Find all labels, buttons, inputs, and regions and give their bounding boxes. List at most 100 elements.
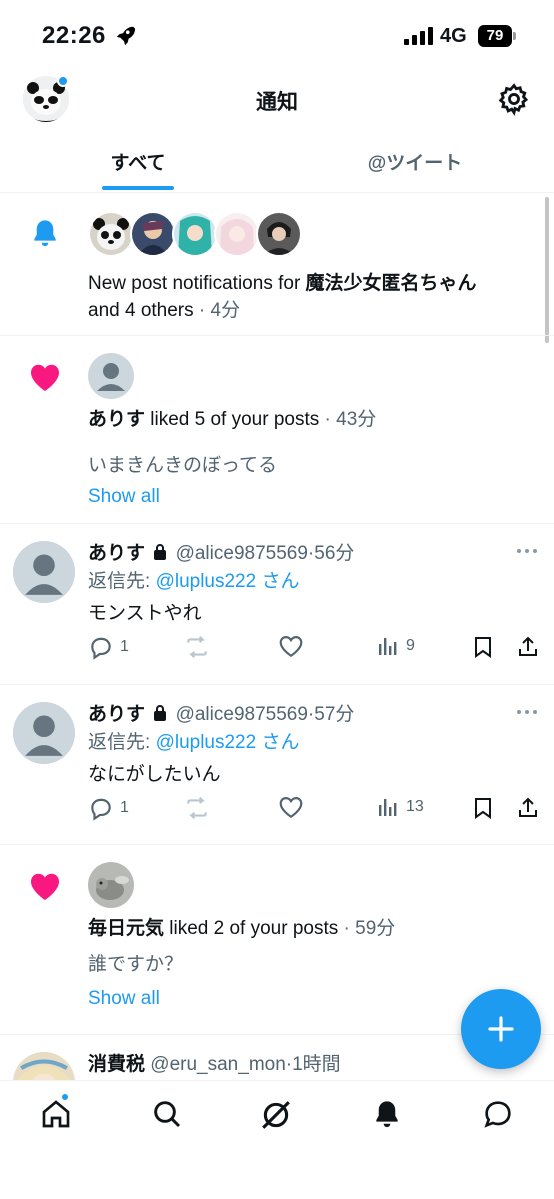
retweet-button: [184, 795, 210, 821]
avatar[interactable]: [256, 211, 302, 257]
reply-count: 1: [120, 799, 129, 816]
avatar[interactable]: [88, 862, 134, 908]
bell-icon[interactable]: [371, 1098, 403, 1130]
post-author-handle[interactable]: @alice9875569: [176, 704, 308, 725]
grok-icon[interactable]: [259, 1098, 293, 1132]
reply-target-link[interactable]: @luplus222 さん: [156, 732, 300, 753]
page-title: 通知: [256, 91, 298, 114]
post-time: ·57分: [307, 704, 355, 725]
heart-icon: [31, 873, 59, 900]
gear-icon[interactable]: [497, 82, 531, 116]
tab-all[interactable]: すべて: [0, 148, 276, 175]
share-button[interactable]: [516, 634, 540, 660]
notification-feed: New post notifications for 魔法少女匿名ちゃん and…: [0, 193, 554, 1080]
tab-mentions[interactable]: @ツイート: [276, 148, 554, 175]
lock-icon: [154, 705, 167, 721]
post-actions: 1 9: [88, 634, 544, 662]
rocket-icon: [116, 26, 136, 46]
list-item[interactable]: ありす @alice9875569·56分 返信先: @luplus222 さん…: [0, 524, 554, 685]
notification-text: 毎日元気 liked 2 of your posts · 59分: [88, 915, 530, 942]
view-count: 9: [406, 637, 415, 654]
retweet-icon: [187, 796, 207, 820]
notification-text: ありす liked 5 of your posts · 43分: [88, 406, 530, 433]
notification-text-body: liked 2 of your posts: [164, 918, 339, 939]
post-author-name[interactable]: 消費税: [88, 1054, 145, 1075]
avatar[interactable]: [214, 211, 260, 257]
reply-to: 返信先: @luplus222 さん: [88, 727, 299, 754]
signal-icon: [404, 27, 433, 45]
post-author-handle[interactable]: @eru_san_mon: [150, 1054, 285, 1075]
avatar[interactable]: [88, 353, 134, 399]
view-count: 13: [406, 798, 424, 815]
retweet-icon: [187, 635, 207, 659]
reply-icon: [91, 798, 111, 821]
notification-user-name[interactable]: 毎日元気: [88, 918, 164, 939]
bookmark-button[interactable]: [471, 795, 495, 821]
bell-icon: [34, 220, 56, 247]
unread-dot: [60, 1092, 70, 1102]
avatar-stack: [88, 211, 302, 257]
bookmark-icon: [475, 637, 491, 658]
lock-icon: [154, 544, 167, 560]
notification-text: New post notifications for 魔法少女匿名ちゃん and…: [88, 270, 530, 324]
notification-text-body: liked 5 of your posts: [145, 409, 320, 430]
post-author-name[interactable]: ありす: [88, 704, 145, 725]
show-all-link[interactable]: Show all: [88, 988, 160, 1010]
avatar[interactable]: [13, 702, 75, 764]
list-item[interactable]: ありす @alice9875569·57分 返信先: @luplus222 さん…: [0, 685, 554, 845]
messages-icon[interactable]: [482, 1098, 514, 1130]
views-button[interactable]: 9: [376, 634, 415, 658]
status-time: 22:26: [42, 22, 106, 49]
post-preview: いまきんきのぼってる: [88, 455, 278, 476]
retweet-button: [184, 634, 210, 660]
post-header: ありす @alice9875569·56分: [88, 538, 514, 565]
reply-target-link[interactable]: @luplus222 さん: [156, 571, 300, 592]
network-type: 4G: [440, 25, 467, 47]
compose-button[interactable]: [461, 989, 541, 1069]
avatar[interactable]: [172, 211, 218, 257]
avatar[interactable]: [13, 541, 75, 603]
bookmark-button[interactable]: [471, 634, 495, 660]
avatar[interactable]: [88, 211, 134, 257]
post-time: ·56分: [307, 543, 355, 564]
reply-prefix: 返信先:: [88, 732, 156, 753]
list-item[interactable]: ありす liked 5 of your posts · 43分 いまきんきのぼっ…: [0, 336, 554, 524]
avatar[interactable]: [130, 211, 176, 257]
post-author-name[interactable]: ありす: [88, 543, 145, 564]
list-item[interactable]: New post notifications for 魔法少女匿名ちゃん and…: [0, 193, 554, 336]
heart-icon: [31, 364, 59, 391]
more-icon[interactable]: [516, 709, 538, 715]
like-button[interactable]: [278, 634, 304, 658]
post-header: 消費税 @eru_san_mon·1時間: [88, 1049, 514, 1076]
views-button[interactable]: 13: [376, 795, 424, 819]
avatar[interactable]: [13, 1052, 75, 1080]
notification-text-prefix: New post notifications for: [88, 273, 306, 294]
reply-to: 返信先: @luplus222 さん: [88, 566, 299, 593]
reply-button[interactable]: 1: [88, 634, 129, 660]
heart-outline-icon: [279, 636, 303, 658]
views-icon: [379, 799, 397, 816]
notification-text-suffix: and 4 others: [88, 300, 194, 321]
reply-button[interactable]: 1: [88, 795, 129, 821]
status-bar: 22:26 4G 79: [0, 0, 554, 72]
heart-outline-icon: [279, 797, 303, 819]
tab-indicator: [102, 186, 174, 190]
notification-user-name[interactable]: ありす: [88, 409, 145, 430]
notification-user-name[interactable]: 魔法少女匿名ちゃん: [306, 273, 477, 294]
post-text: モンストやれ: [88, 603, 202, 624]
bottom-navigation: [0, 1080, 554, 1199]
notification-time: · 59分: [338, 918, 396, 939]
like-button[interactable]: [278, 795, 304, 819]
post-header: ありす @alice9875569·57分: [88, 699, 514, 726]
show-all-link[interactable]: Show all: [88, 486, 160, 508]
search-icon[interactable]: [151, 1098, 183, 1130]
share-button[interactable]: [516, 795, 540, 821]
post-preview: 誰ですか？: [88, 954, 184, 975]
post-author-handle[interactable]: @alice9875569: [176, 543, 308, 564]
post-time: ·1時間: [285, 1054, 341, 1075]
more-icon[interactable]: [516, 548, 538, 554]
notification-time: · 43分: [319, 409, 377, 430]
home-icon[interactable]: [40, 1098, 72, 1130]
reply-count: 1: [120, 638, 129, 655]
bookmark-icon: [475, 798, 491, 819]
